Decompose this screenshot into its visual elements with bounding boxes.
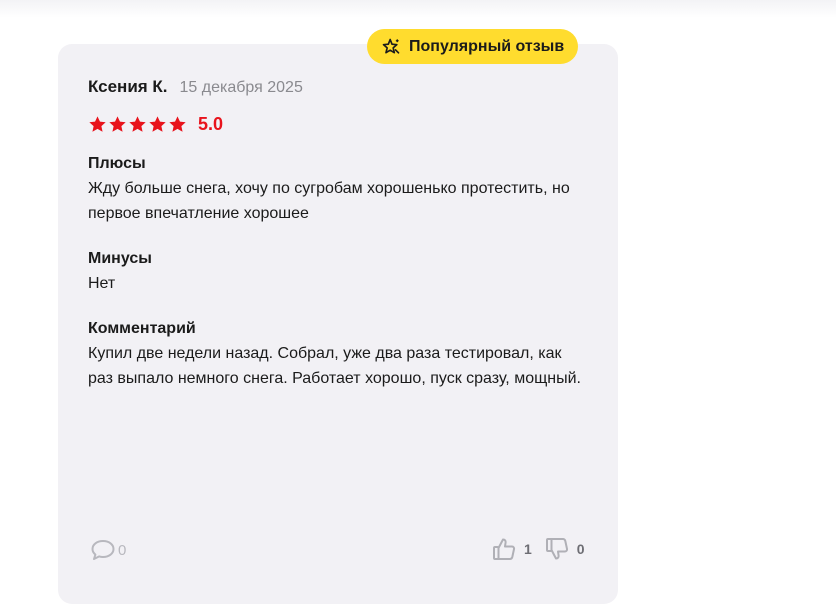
- review-header: Ксения К. 15 декабря 2025: [88, 77, 303, 97]
- popular-review-badge: Популярный отзыв: [367, 29, 579, 64]
- badge-label: Популярный отзыв: [409, 37, 565, 55]
- dislike-button[interactable]: 0: [545, 536, 585, 562]
- vote-buttons: 1 0: [492, 536, 585, 562]
- pros-section: Плюсы Жду больше снега, хочу по сугробам…: [88, 153, 588, 226]
- thumbs-down-icon: [545, 536, 569, 562]
- like-button[interactable]: 1: [492, 536, 532, 562]
- comment-bubble-icon: [90, 538, 116, 562]
- cons-text: Нет: [88, 275, 116, 292]
- top-shade: [0, 0, 836, 18]
- star-icon: [109, 116, 126, 132]
- pros-text: Жду больше снега, хочу по сугробам хорош…: [88, 180, 570, 222]
- star-icon: [149, 116, 166, 132]
- cons-title: Минусы: [88, 250, 152, 267]
- comment-text: Купил две недели назад. Собрал, уже два …: [88, 345, 581, 387]
- comment-title: Комментарий: [88, 320, 196, 337]
- likes-count: 1: [524, 541, 532, 557]
- star-icon: [169, 116, 186, 132]
- star-icon: [89, 116, 106, 132]
- comment-section: Комментарий Купил две недели назад. Собр…: [88, 318, 588, 391]
- comments-button[interactable]: 0: [90, 538, 126, 562]
- dislikes-count: 0: [576, 541, 585, 557]
- review-date: 15 декабря 2025: [179, 79, 303, 96]
- sparkle-star-icon: [381, 37, 401, 57]
- star-icon: [129, 116, 146, 132]
- rating: 5.0: [88, 114, 223, 135]
- comments-count: 0: [118, 541, 127, 559]
- rating-stars: [88, 115, 187, 134]
- pros-title: Плюсы: [88, 155, 146, 172]
- author-name: Ксения К.: [88, 77, 168, 96]
- thumbs-up-icon: [492, 536, 516, 562]
- cons-section: Минусы Нет: [88, 248, 588, 296]
- rating-value: 5.0: [198, 114, 224, 134]
